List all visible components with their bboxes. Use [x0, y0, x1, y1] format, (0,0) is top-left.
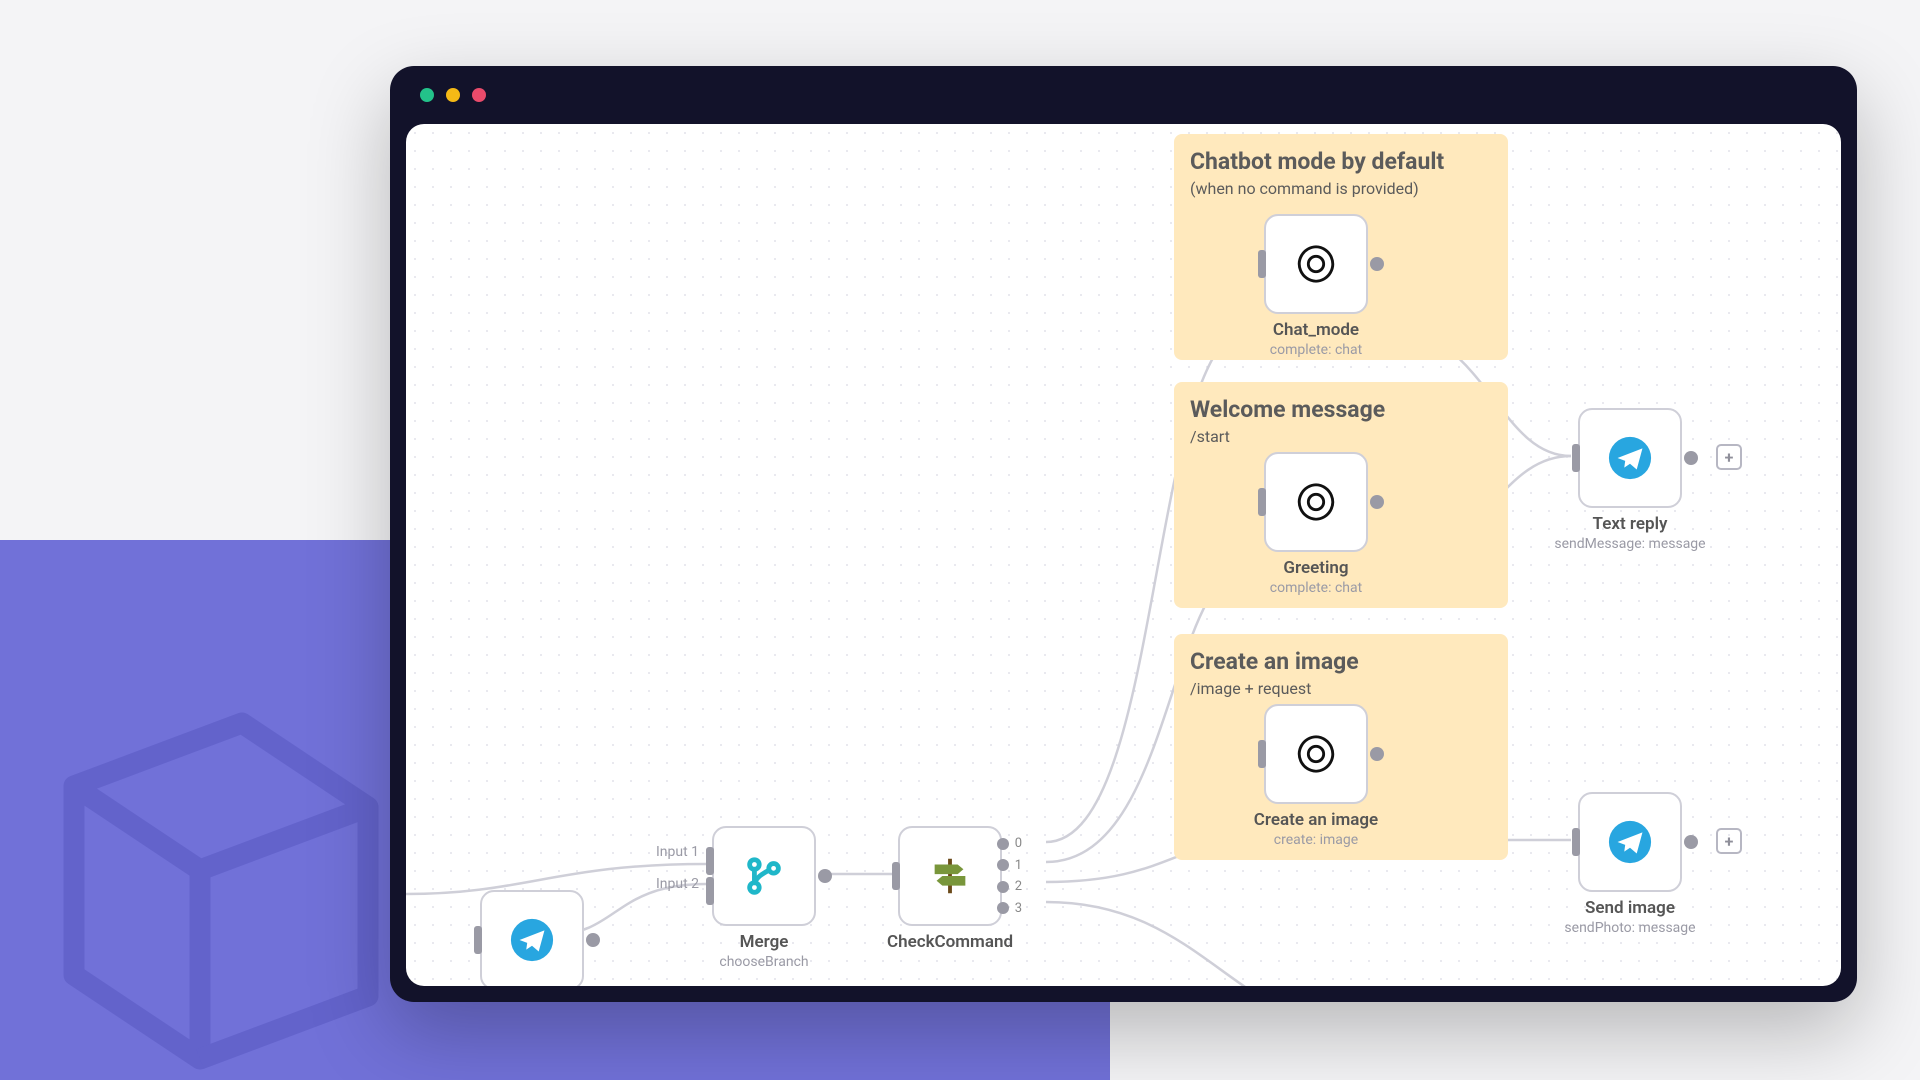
- port-in[interactable]: [1258, 250, 1266, 278]
- add-connection-button[interactable]: +: [1716, 828, 1742, 854]
- node-label: Greeting: [1283, 558, 1348, 578]
- node-send-image[interactable]: Send image sendPhoto: message: [1578, 792, 1682, 892]
- node-sublabel: sendPhoto: message: [1564, 920, 1695, 936]
- port-in[interactable]: [1258, 740, 1266, 768]
- port-in[interactable]: [1572, 444, 1580, 472]
- group-subtitle: (when no command is provided): [1190, 179, 1492, 198]
- openai-icon: [1293, 241, 1339, 287]
- node-telegram-trigger[interactable]: [480, 890, 584, 986]
- port-out[interactable]: [1684, 835, 1698, 849]
- traffic-light-minimize-icon[interactable]: [446, 88, 460, 102]
- node-checkcommand[interactable]: 0 1 2 3 CheckCommand: [898, 826, 1002, 926]
- port-in[interactable]: [892, 862, 900, 890]
- node-label: CheckCommand: [887, 932, 1013, 952]
- group-title: Chatbot mode by default: [1190, 148, 1492, 175]
- port-out[interactable]: [818, 869, 832, 883]
- merge-input1-label: Input 1: [641, 844, 699, 860]
- port-out[interactable]: [1370, 495, 1384, 509]
- workflow-canvas[interactable]: Chatbot mode by default (when no command…: [406, 124, 1841, 986]
- app-window: Chatbot mode by default (when no command…: [390, 66, 1857, 1002]
- merge-input2-label: Input 2: [641, 876, 699, 892]
- node-sublabel: create: image: [1254, 832, 1378, 848]
- group-subtitle: /image + request: [1190, 679, 1492, 698]
- port-in[interactable]: [1572, 828, 1580, 856]
- branch-label-0: 0: [1015, 836, 1022, 851]
- port-in-1[interactable]: [706, 847, 714, 875]
- node-sublabel: chooseBranch: [719, 954, 808, 970]
- branch-label-1: 1: [1015, 858, 1022, 873]
- node-label: Chat_mode: [1273, 320, 1359, 340]
- node-create-image[interactable]: Create an image create: image: [1264, 704, 1368, 804]
- branch-label-3: 3: [1015, 901, 1022, 916]
- node-chat-mode[interactable]: Chat_mode complete: chat: [1264, 214, 1368, 314]
- telegram-icon: [509, 917, 555, 963]
- node-greeting[interactable]: Greeting complete: chat: [1264, 452, 1368, 552]
- port-in-2[interactable]: [706, 877, 714, 905]
- traffic-light-close-icon[interactable]: [420, 88, 434, 102]
- add-connection-button[interactable]: +: [1716, 444, 1742, 470]
- port-out-3[interactable]: [997, 902, 1009, 914]
- port-in[interactable]: [474, 926, 482, 954]
- node-sublabel: sendMessage: message: [1554, 536, 1705, 552]
- node-sublabel: complete: chat: [1270, 580, 1362, 596]
- window-titlebar: [390, 66, 1857, 124]
- port-in[interactable]: [1258, 488, 1266, 516]
- node-label: Send image: [1585, 898, 1675, 918]
- openai-icon: [1293, 731, 1339, 777]
- telegram-icon: [1607, 435, 1653, 481]
- port-out-0[interactable]: [997, 838, 1009, 850]
- signpost-icon: [927, 853, 973, 899]
- port-out[interactable]: [1370, 747, 1384, 761]
- port-out-1[interactable]: [997, 859, 1009, 871]
- group-title: Welcome message: [1190, 396, 1492, 423]
- node-sublabel: complete: chat: [1270, 342, 1362, 358]
- group-subtitle: /start: [1190, 427, 1492, 446]
- node-label: Create an image: [1254, 810, 1378, 830]
- node-merge[interactable]: Merge chooseBranch: [712, 826, 816, 926]
- group-title: Create an image: [1190, 648, 1492, 675]
- traffic-light-maximize-icon[interactable]: [472, 88, 486, 102]
- node-text-reply[interactable]: Text reply sendMessage: message: [1578, 408, 1682, 508]
- branch-ports: 0 1 2 3: [997, 836, 1022, 916]
- node-label: Merge: [740, 932, 789, 952]
- node-label: Text reply: [1593, 514, 1668, 534]
- port-out[interactable]: [1370, 257, 1384, 271]
- git-branch-icon: [741, 853, 787, 899]
- openai-icon: [1293, 479, 1339, 525]
- branch-label-2: 2: [1015, 879, 1022, 894]
- telegram-icon: [1607, 819, 1653, 865]
- port-out-2[interactable]: [997, 881, 1009, 893]
- port-out[interactable]: [586, 933, 600, 947]
- port-out[interactable]: [1684, 451, 1698, 465]
